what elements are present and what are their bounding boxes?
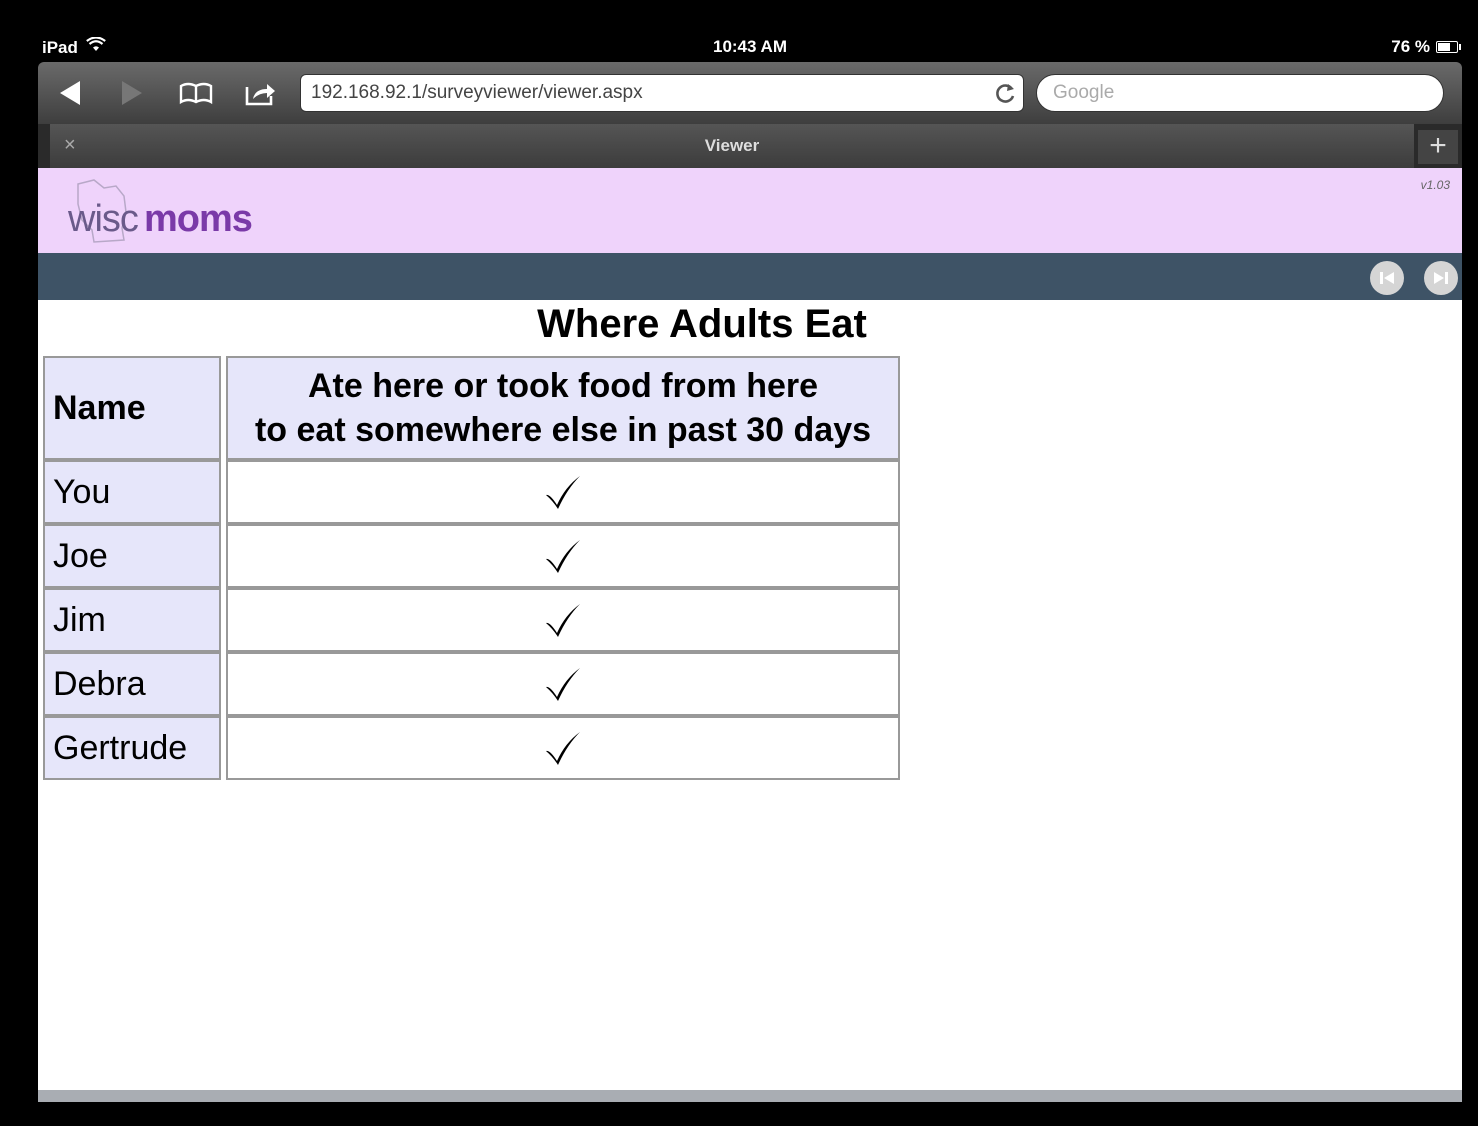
checkmark-icon xyxy=(546,540,580,573)
table-row: Gertrude xyxy=(43,716,900,780)
tab-viewer[interactable]: × Viewer xyxy=(50,124,1414,168)
share-icon[interactable] xyxy=(242,76,278,110)
clock: 10:43 AM xyxy=(712,37,787,56)
column-header-ate-line2: to eat somewhere else in past 30 days xyxy=(254,411,872,449)
logo-text-wisc: wisc xyxy=(68,198,139,240)
row-name-cell: You xyxy=(43,460,221,524)
checkmark-icon xyxy=(546,476,580,509)
row-name-cell: Gertrude xyxy=(43,716,221,780)
row-name-cell: Jim xyxy=(43,588,221,652)
navigation-bar xyxy=(38,253,1462,300)
row-check-cell xyxy=(226,652,900,716)
page-bottom-bar xyxy=(38,1090,1462,1102)
wiscmoms-logo: wisc moms xyxy=(64,178,284,248)
new-tab-button[interactable]: + xyxy=(1418,130,1458,164)
table-row: Jim xyxy=(43,588,900,652)
table-body: You Joe Jim Debra Gertrude xyxy=(43,460,900,780)
search-input[interactable] xyxy=(1037,81,1443,105)
bookmarks-book-icon[interactable] xyxy=(178,76,214,110)
browser-toolbar: 192.168.92.1/surveyviewer/viewer.aspx xyxy=(38,62,1462,124)
row-check-cell xyxy=(226,524,900,588)
table-row: You xyxy=(43,460,900,524)
checkmark-icon xyxy=(546,732,580,765)
reload-icon[interactable] xyxy=(989,76,1023,110)
tab-bar: × Viewer + xyxy=(38,124,1462,168)
column-header-ate-line1: Ate here or took food from here xyxy=(307,367,819,405)
back-arrow-icon[interactable] xyxy=(52,76,88,110)
row-name-cell: Debra xyxy=(43,652,221,716)
table-header-row: Name Ate here or took food from here to … xyxy=(43,356,900,460)
battery-icon xyxy=(1436,41,1461,53)
status-bar: iPad 10:43 AM 76 % xyxy=(38,32,1462,62)
url-text[interactable]: 192.168.92.1/surveyviewer/viewer.aspx xyxy=(301,82,989,104)
version-label: v1.03 xyxy=(1420,178,1450,192)
battery-percent: 76 % xyxy=(1391,37,1430,56)
site-header: wisc moms v1.03 xyxy=(38,168,1462,253)
results-table: Name Ate here or took food from here to … xyxy=(38,356,905,780)
skip-to-first-icon[interactable] xyxy=(1370,261,1404,295)
table-row: Joe xyxy=(43,524,900,588)
url-bar[interactable]: 192.168.92.1/surveyviewer/viewer.aspx xyxy=(300,74,1024,112)
row-check-cell xyxy=(226,588,900,652)
forward-arrow-icon[interactable] xyxy=(114,76,150,110)
table-row: Debra xyxy=(43,652,900,716)
checkmark-icon xyxy=(546,604,580,637)
page-title: Where Adults Eat xyxy=(537,302,867,346)
skip-to-last-icon[interactable] xyxy=(1424,261,1458,295)
web-page: wisc moms v1.03 Where Adults Eat Name At… xyxy=(38,168,1462,1090)
search-bar[interactable] xyxy=(1036,74,1444,112)
row-name-cell: Joe xyxy=(43,524,221,588)
tab-title: Viewer xyxy=(704,136,760,155)
column-header-ate-here: Ate here or took food from here to eat s… xyxy=(226,356,900,460)
checkmark-icon xyxy=(546,668,580,701)
column-header-name: Name xyxy=(43,356,221,460)
logo-text-moms: moms xyxy=(144,198,253,240)
row-check-cell xyxy=(226,716,900,780)
row-check-cell xyxy=(226,460,900,524)
